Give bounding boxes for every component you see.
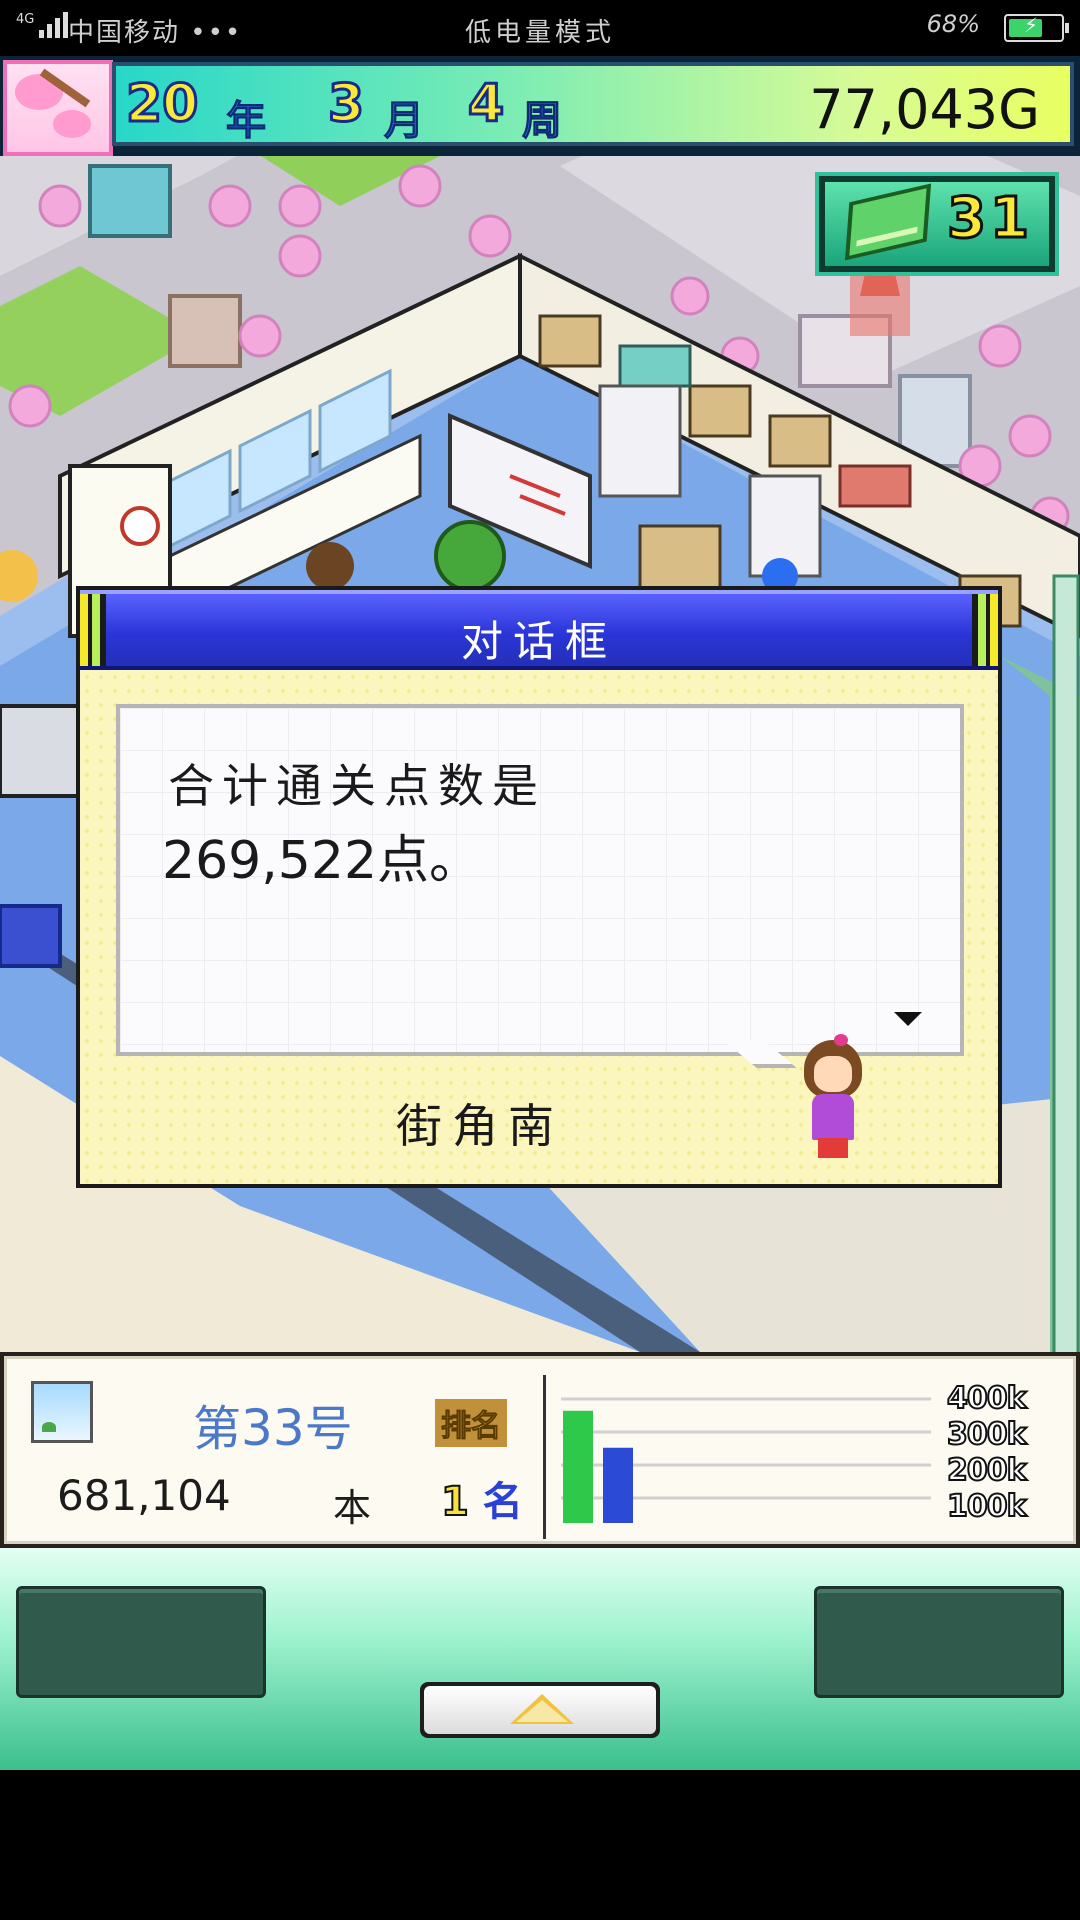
chart-axis-labels: 400k 300k 200k 100k	[946, 1380, 1047, 1525]
battery-percent: 68%	[926, 10, 980, 38]
rank-value: 1 名	[440, 1469, 523, 1527]
axis-label: 100k	[946, 1488, 1028, 1525]
status-bar: 4G 中国移动 ••• 低电量模式 68% ⚡	[0, 0, 1080, 56]
message-area[interactable]: 合计通关点数是 269,522点。	[116, 704, 964, 1056]
axis-label: 200k	[946, 1452, 1028, 1489]
next-page-arrow-icon[interactable]	[894, 1012, 922, 1026]
dialog-box[interactable]: 对话框 合计通关点数是 269,522点。 街角南	[76, 586, 1002, 1188]
month-value: 3	[326, 73, 365, 136]
issue-value: 33	[241, 1399, 305, 1457]
message-line-2: 269,522点。	[162, 831, 482, 891]
left-menu-button[interactable]	[16, 1586, 266, 1698]
issue-prefix: 第	[193, 1401, 242, 1457]
dialog-title: 对话框	[460, 617, 617, 666]
week-value: 4	[466, 73, 505, 136]
dialog-body: 合计通关点数是 269,522点。 街角南	[80, 670, 998, 1184]
year-value: 20	[124, 73, 199, 136]
triangle-up-icon	[510, 1694, 574, 1724]
panel-divider	[543, 1375, 546, 1539]
season-icon[interactable]	[3, 60, 113, 156]
message-line-1: 合计通关点数是	[168, 759, 546, 813]
magazine-info-panel[interactable]: 第33号 排名 681,104 本 1 名 400k 300k 200k 100…	[0, 1352, 1080, 1548]
top-bar: 20 年 3 月 4 周 77,043G	[0, 56, 1080, 156]
rank-unit: 名	[482, 1479, 523, 1525]
low-power-mode-label: 低电量模式	[464, 18, 615, 48]
book-count: 31	[946, 185, 1033, 253]
book-counter[interactable]: 31	[815, 172, 1059, 276]
charging-icon: ⚡	[1024, 13, 1039, 37]
chart-bar	[563, 1410, 593, 1523]
axis-label: 300k	[946, 1416, 1028, 1453]
rank-label: 排名	[435, 1399, 507, 1447]
issue-number: 第33号	[193, 1389, 353, 1459]
month-unit: 月	[384, 98, 425, 145]
right-menu-button[interactable]	[814, 1586, 1064, 1698]
battery-icon: ⚡	[1004, 13, 1069, 42]
magazine-cover-icon	[31, 1381, 93, 1443]
week-unit: 周	[522, 98, 563, 145]
speaker-portrait	[800, 1034, 864, 1160]
money-display: 77,043G	[809, 78, 1040, 141]
expand-up-button[interactable]	[420, 1682, 660, 1738]
year-unit: 年	[226, 98, 267, 145]
bottom-controls	[0, 1548, 1080, 1770]
sales-chart	[561, 1397, 931, 1523]
sales-count: 681,104	[57, 1471, 231, 1520]
issue-suffix: 号	[304, 1401, 353, 1457]
speaker-name: 街角南	[396, 1099, 564, 1153]
sales-unit: 本	[333, 1486, 372, 1530]
rank-number: 1	[440, 1478, 470, 1526]
date-money-bar: 20 年 3 月 4 周 77,043G	[112, 62, 1074, 146]
dialog-titlebar: 对话框	[80, 590, 998, 670]
chart-bar	[603, 1447, 633, 1523]
axis-label: 400k	[946, 1380, 1028, 1417]
